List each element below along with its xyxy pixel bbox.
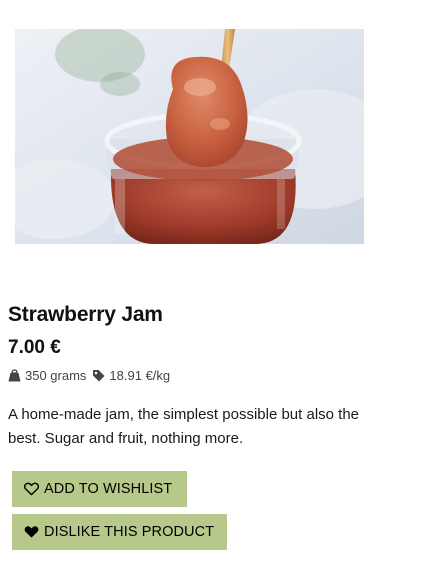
add-to-wishlist-button[interactable]: ADD TO WISHLIST xyxy=(12,471,187,507)
dislike-label: DISLIKE THIS PRODUCT xyxy=(44,524,215,540)
product-image xyxy=(15,29,364,244)
weight-value: 350 grams xyxy=(25,367,87,383)
product-title: Strawberry Jam xyxy=(8,303,163,326)
price-per-kg: 18.91 €/kg xyxy=(109,367,171,383)
heart-filled-icon xyxy=(24,525,39,539)
product-price: 7.00 € xyxy=(8,337,61,358)
wishlist-label: ADD TO WISHLIST xyxy=(44,481,173,497)
product-description: A home-made jam, the simplest possible b… xyxy=(8,406,360,447)
product-meta: 350 grams 18.91 €/kg xyxy=(8,366,170,384)
jam-jar-photo xyxy=(15,29,364,244)
heart-outline-icon xyxy=(24,482,39,496)
tag-icon xyxy=(92,369,105,382)
dislike-product-button[interactable]: DISLIKE THIS PRODUCT xyxy=(12,514,227,550)
weight-icon xyxy=(8,368,21,382)
